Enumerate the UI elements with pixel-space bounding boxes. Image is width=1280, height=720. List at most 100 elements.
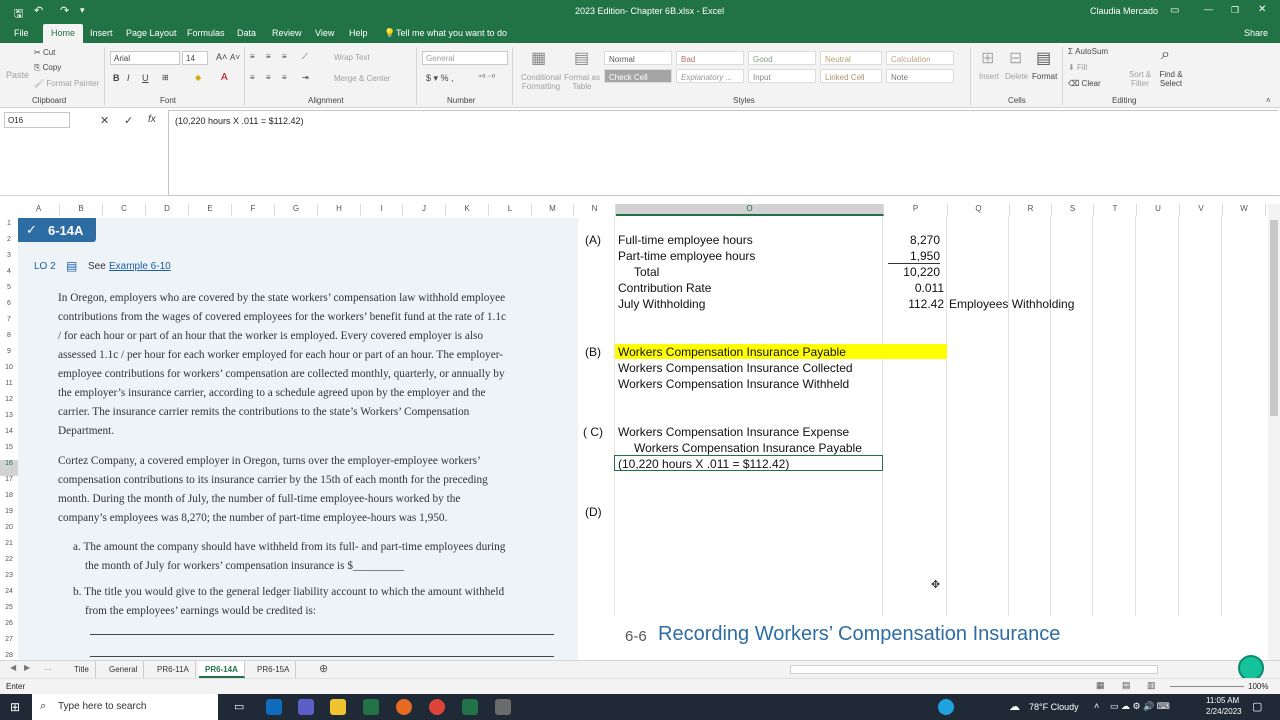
cell-o9[interactable]: Workers Compensation Insurance Payable — [618, 345, 846, 359]
insert-cells-button[interactable]: Insert — [979, 72, 999, 81]
column-header-w[interactable]: W — [1223, 204, 1266, 216]
bold-icon[interactable]: B — [113, 73, 120, 83]
row-header-17[interactable]: 17 — [0, 476, 18, 492]
decimal-icon[interactable]: ⁺⁰ ⁻⁰ — [478, 73, 495, 82]
tab-review[interactable]: Review — [272, 28, 302, 38]
tab-insert[interactable]: Insert — [90, 28, 113, 38]
cell-o2[interactable]: Full-time employee hours — [618, 233, 753, 247]
cell-p2[interactable]: 8,270 — [882, 233, 940, 247]
name-box[interactable]: O16 — [4, 112, 70, 128]
style-linked-cell[interactable]: Linked Cell — [820, 69, 882, 83]
row-header-8[interactable]: 8 — [0, 332, 18, 348]
sheet-tab-pr6-15a[interactable]: PR6-15A — [251, 661, 297, 678]
row-header-11[interactable]: 11 — [0, 380, 18, 396]
column-header-o[interactable]: O — [616, 204, 884, 216]
worksheet-grid[interactable]: ABCDEFGHIJKLMNOPQRSTUVW 1 2 3 4 5 6 7 8 9 10 11 12 1… — [0, 196, 1280, 660]
tab-home[interactable]: Home — [43, 24, 84, 43]
row-header-1[interactable]: 1 — [0, 220, 18, 236]
minimize-icon[interactable]: — — [1204, 4, 1213, 14]
format-cells-button[interactable]: Format — [1032, 72, 1057, 81]
row-header-9[interactable]: 9 — [0, 348, 18, 364]
cell-o3[interactable]: Part-time employee hours — [618, 249, 755, 263]
conditional-formatting-button[interactable]: Conditional Formatting — [519, 73, 563, 91]
font-name-select[interactable]: Arial — [110, 51, 180, 65]
textbook-image[interactable]: ✓ 6-14A LO 2 ▤ See Example 6-10 In Orego… — [18, 218, 578, 660]
taskbar-search[interactable]: ⌕ Type here to search — [32, 694, 218, 720]
tray-chevron-icon[interactable]: ˄ — [1094, 701, 1099, 711]
redo-icon[interactable]: ↷ — [60, 4, 69, 17]
cell-o11[interactable]: Workers Compensation Insurance Withheld — [618, 377, 849, 391]
font-color-icon[interactable]: A — [221, 72, 228, 83]
label-d[interactable]: (D) — [585, 505, 602, 519]
sheet-tab-pr6-14a[interactable]: PR6-14A — [199, 661, 245, 678]
fill-color-icon[interactable]: ◆ — [195, 73, 201, 82]
row-header-18[interactable]: 18 — [0, 492, 18, 508]
confirm-entry-icon[interactable]: ✓ — [124, 114, 133, 127]
borders-icon[interactable]: ⊞ — [162, 73, 169, 82]
cell-p6[interactable]: 112.42 — [882, 297, 944, 311]
zoom-level[interactable]: 100% — [1248, 682, 1268, 691]
column-header-t[interactable]: T — [1094, 204, 1137, 216]
cell-o16[interactable]: (10,220 hours X .011 = $112.42) — [618, 457, 789, 471]
underline-icon[interactable]: U — [142, 73, 149, 83]
system-tray-icons[interactable]: ▭ ☁ ⚙ 🔊 ⌨ — [1110, 701, 1170, 712]
style-normal[interactable]: Normal — [604, 51, 672, 65]
sort-filter-button[interactable]: Sort & Filter — [1126, 70, 1154, 88]
normal-view-icon[interactable]: ▦ — [1096, 680, 1105, 691]
format-as-table-button[interactable]: Format as Table — [564, 73, 600, 91]
column-header-m[interactable]: M — [532, 204, 574, 216]
italic-icon[interactable]: I — [127, 73, 130, 83]
number-format-select[interactable]: General — [422, 51, 508, 65]
row-header-22[interactable]: 22 — [0, 556, 18, 572]
row-header-6[interactable]: 6 — [0, 300, 18, 316]
column-header-e[interactable]: E — [189, 204, 232, 216]
column-header-u[interactable]: U — [1137, 204, 1180, 216]
row-header-15[interactable]: 15 — [0, 444, 18, 460]
column-header-r[interactable]: R — [1010, 204, 1052, 216]
weather-text[interactable]: 78°F Cloudy — [1029, 702, 1079, 712]
formula-input[interactable]: (10,220 hours X .011 = $112.42) — [168, 110, 1278, 196]
row-header-25[interactable]: 25 — [0, 604, 18, 620]
excel-taskbar-icon[interactable] — [363, 699, 379, 715]
notifications-icon[interactable]: ▢ — [1252, 700, 1262, 713]
align-left-icon[interactable]: ≡ — [250, 73, 255, 82]
tab-formulas[interactable]: Formulas — [187, 28, 225, 38]
style-note[interactable]: Note — [886, 69, 954, 83]
teams-icon[interactable] — [298, 699, 314, 715]
tab-page-layout[interactable]: Page Layout — [126, 28, 177, 38]
orientation-icon[interactable]: ⟋ — [302, 52, 308, 62]
clear-button[interactable]: ⌫ Clear — [1068, 79, 1101, 88]
cell-o4[interactable]: Total — [634, 265, 659, 279]
column-header-d[interactable]: D — [146, 204, 189, 216]
indent-icon[interactable]: ⇥ — [302, 73, 309, 82]
column-header-n[interactable]: N — [574, 204, 616, 216]
app-window-icon[interactable] — [495, 699, 511, 715]
cell-p4[interactable]: 10,220 — [882, 265, 940, 279]
horizontal-scrollbar[interactable] — [790, 665, 1158, 674]
maximize-icon[interactable]: ❐ — [1231, 5, 1239, 16]
row-header-10[interactable]: 10 — [0, 364, 18, 380]
quick-access-dropdown-icon[interactable]: ▾ — [80, 5, 85, 16]
top-align-icon[interactable]: ≡ — [250, 52, 255, 61]
row-header-7[interactable]: 7 — [0, 316, 18, 332]
cell-o15[interactable]: Workers Compensation Insurance Payable — [634, 441, 862, 455]
prev-sheet-icon[interactable]: ◀ — [10, 663, 16, 672]
row-header-26[interactable]: 26 — [0, 620, 18, 636]
next-sheet-icon[interactable]: ▶ — [24, 663, 30, 672]
tab-data[interactable]: Data — [237, 28, 256, 38]
share-button[interactable]: Share — [1244, 28, 1268, 38]
more-sheets-icon[interactable]: … — [44, 663, 52, 672]
column-header-q[interactable]: Q — [948, 204, 1010, 216]
column-header-f[interactable]: F — [232, 204, 275, 216]
page-break-view-icon[interactable]: ▥ — [1147, 680, 1156, 691]
windows-start-icon[interactable]: ⊞ — [10, 700, 20, 714]
align-right-icon[interactable]: ≡ — [282, 73, 287, 82]
zoom-slider[interactable] — [1170, 686, 1244, 687]
sheet-tab-title[interactable]: Title — [68, 661, 96, 678]
cell-o5[interactable]: Contribution Rate — [618, 281, 711, 295]
cell-o14[interactable]: Workers Compensation Insurance Expense — [618, 425, 849, 439]
autosum-button[interactable]: Σ AutoSum — [1068, 47, 1108, 56]
column-header-g[interactable]: G — [275, 204, 318, 216]
outlook-icon[interactable] — [266, 699, 282, 715]
row-header-5[interactable]: 5 — [0, 284, 18, 300]
